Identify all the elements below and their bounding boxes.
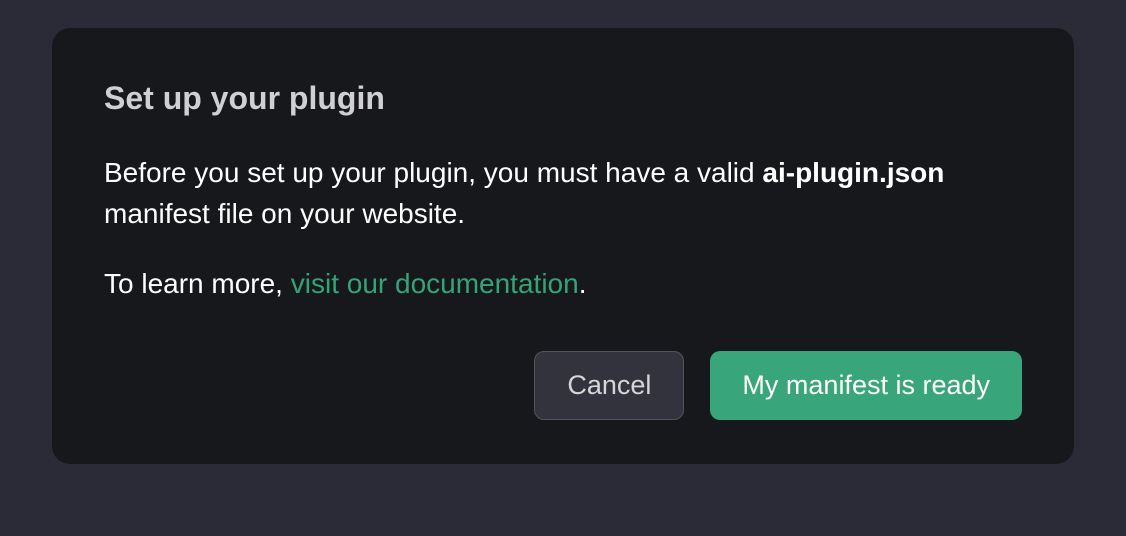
documentation-link[interactable]: visit our documentation [291,268,579,299]
intro-prefix-text: Before you set up your plugin, you must … [104,157,762,188]
setup-plugin-dialog: Set up your plugin Before you set up you… [52,28,1074,464]
manifest-filename: ai-plugin.json [762,157,944,188]
manifest-ready-button[interactable]: My manifest is ready [710,351,1022,420]
dialog-intro-paragraph: Before you set up your plugin, you must … [104,153,1022,234]
dialog-learn-paragraph: To learn more, visit our documentation. [104,264,1022,305]
cancel-button[interactable]: Cancel [534,351,684,420]
learn-suffix-text: . [579,268,587,299]
dialog-body: Before you set up your plugin, you must … [104,153,1022,305]
learn-prefix-text: To learn more, [104,268,291,299]
intro-suffix-text: manifest file on your website. [104,198,465,229]
dialog-button-row: Cancel My manifest is ready [104,351,1022,420]
dialog-title: Set up your plugin [104,80,1022,117]
